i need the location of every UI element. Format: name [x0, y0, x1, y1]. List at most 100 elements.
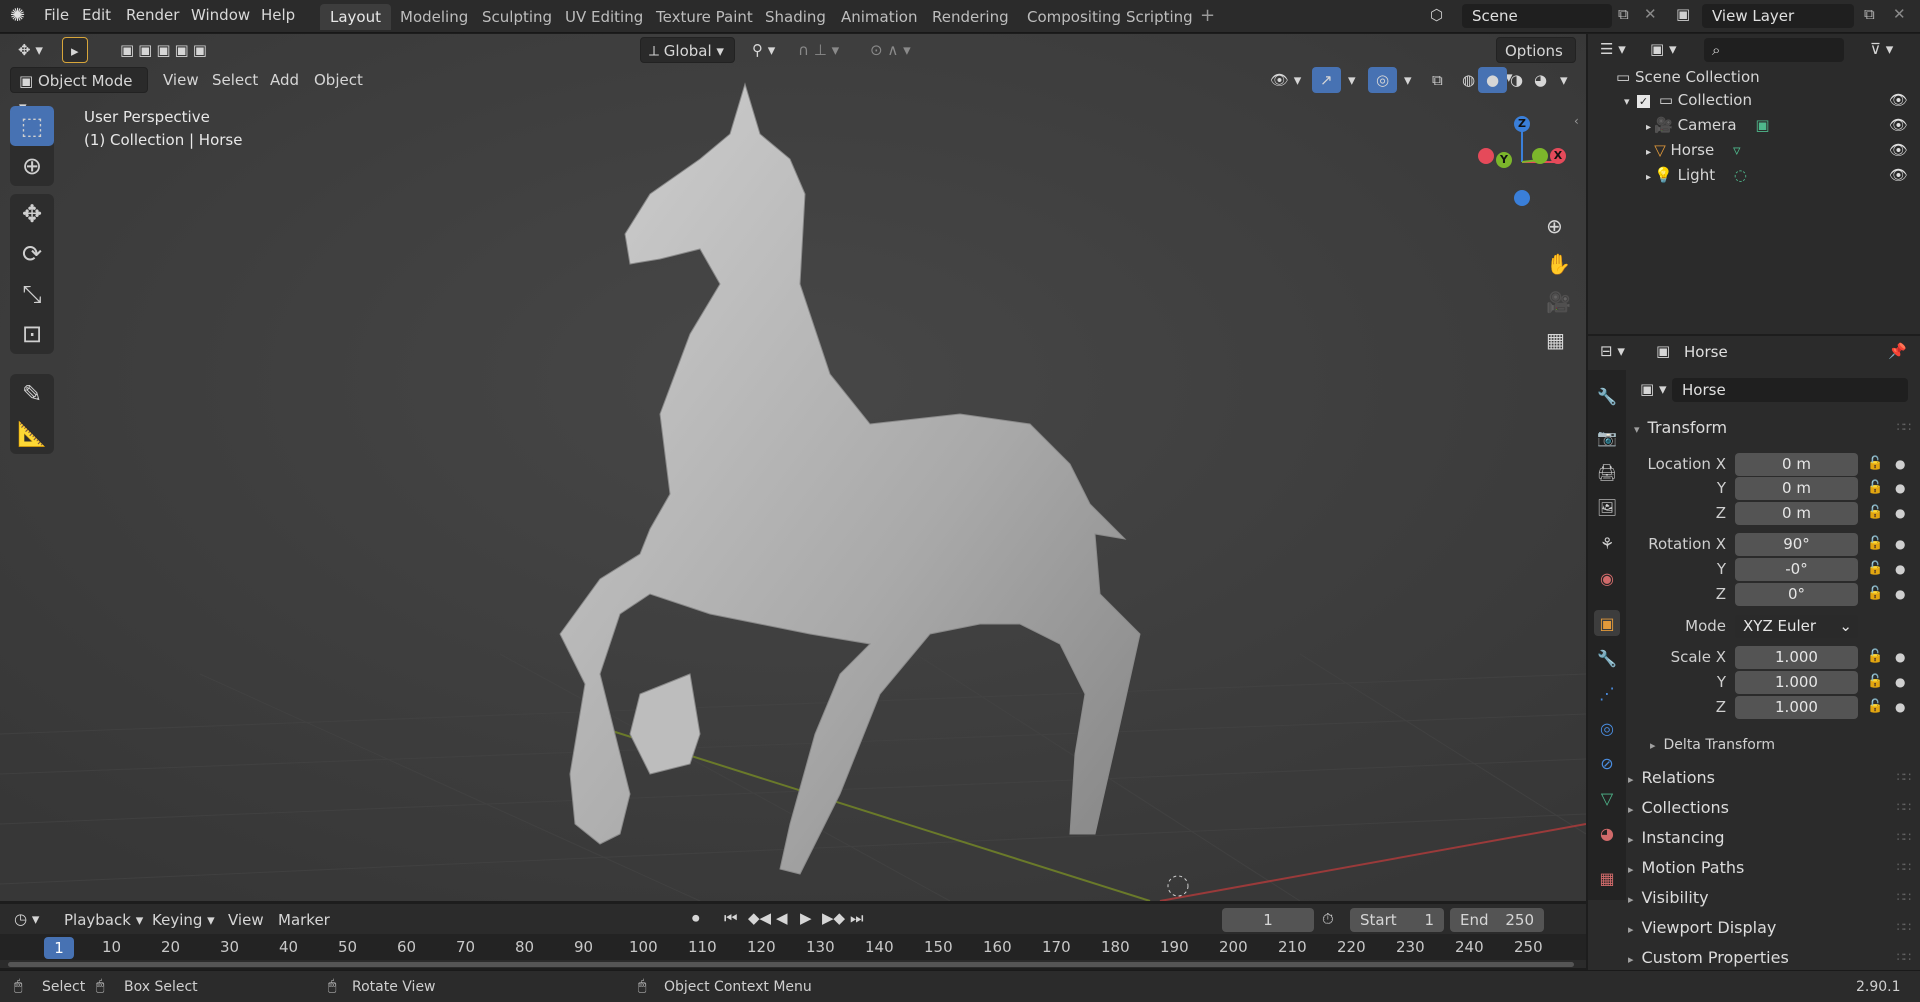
location-y-field[interactable]: 0 m	[1735, 477, 1858, 500]
scene-selector-icon[interactable]: ⬡	[1430, 6, 1443, 24]
gizmo-z-axis[interactable]: Z	[1514, 116, 1530, 132]
tool-tab-icon[interactable]: 🔧	[1594, 383, 1620, 409]
relations-panel-header[interactable]: ▸ Relations	[1628, 768, 1715, 787]
rotation-y-keyframe-dot[interactable]: ●	[1895, 562, 1905, 576]
blender-logo-icon[interactable]: ✺	[10, 5, 25, 26]
menu-file[interactable]: File	[44, 6, 69, 24]
pivot-point-icon[interactable]: ⚲ ▾	[744, 37, 783, 63]
3d-viewport[interactable]: ✥ ▾ ▸ ▣▣▣▣▣ ⟂ Global ▾ ⚲ ▾ ∩ ⊥ ▾ ⊙ ∧ ▾ O…	[0, 34, 1586, 901]
annotate-tool-icon[interactable]: ✎	[10, 374, 54, 414]
play-button[interactable]: ▶	[800, 909, 812, 927]
rotation-z-keyframe-dot[interactable]: ●	[1895, 587, 1905, 601]
perspective-toggle-icon[interactable]: ▦	[1546, 328, 1565, 352]
preview-range-icon[interactable]: ⏱	[1322, 910, 1334, 928]
location-x-field[interactable]: 0 m	[1735, 453, 1858, 476]
menu-view[interactable]: View	[155, 67, 207, 93]
transform-tool-icon[interactable]: ⊡	[10, 314, 54, 354]
record-button[interactable]: ⏺	[692, 909, 700, 927]
rotation-x-lock-icon[interactable]: 🔓	[1867, 536, 1883, 551]
menu-marker[interactable]: Marker	[278, 911, 330, 929]
collection-row[interactable]: ▾ ✓ ▭ Collection 👁	[1588, 88, 1920, 113]
tab-animation[interactable]: Animation	[831, 4, 927, 30]
proportional-edit-icon[interactable]: ⊙ ∧ ▾	[862, 37, 919, 63]
transform-panel-header[interactable]: ▾ Transform	[1634, 418, 1727, 437]
menu-add[interactable]: Add	[262, 67, 307, 93]
custom-properties-panel-header[interactable]: ▸ Custom Properties	[1628, 948, 1789, 967]
relations-grip-icon[interactable]: ∷∷	[1897, 770, 1911, 784]
modifier-tab-icon[interactable]: 🔧	[1594, 645, 1620, 671]
render-tab-icon[interactable]: 📷	[1594, 424, 1620, 450]
view-layer-field[interactable]: View Layer	[1702, 4, 1854, 28]
scale-y-lock-icon[interactable]: 🔓	[1867, 674, 1883, 689]
menu-timeline-view[interactable]: View	[228, 911, 264, 929]
light-visibility-icon[interactable]: 👁	[1889, 163, 1908, 188]
overlay-toggle-icon[interactable]: ◎	[1368, 67, 1398, 93]
object-tab-icon[interactable]: ▣	[1594, 610, 1620, 636]
selection-mode-icons[interactable]: ▣▣▣▣▣	[112, 37, 219, 63]
outliner-item-horse[interactable]: ▸ ▽ Horse ▿ 👁	[1588, 138, 1920, 163]
rotation-x-keyframe-dot[interactable]: ●	[1895, 537, 1905, 551]
rotation-x-field[interactable]: 90°	[1735, 533, 1858, 556]
shading-dropdown-icon[interactable]: ▾	[1552, 67, 1576, 93]
filter-icon[interactable]: ⊽ ▾	[1870, 40, 1893, 58]
xray-icon[interactable]: ⧉	[1424, 67, 1451, 93]
scale-y-keyframe-dot[interactable]: ●	[1895, 675, 1905, 689]
current-frame-field[interactable]: 1	[1222, 908, 1314, 932]
object-data-dropdown-icon[interactable]: ▣ ▾	[1640, 380, 1666, 398]
tab-sculpting[interactable]: Sculpting	[472, 4, 562, 30]
timeline-scrollbar[interactable]	[8, 962, 1574, 967]
gizmo-y-axis[interactable]: Y	[1496, 152, 1512, 168]
properties-editor-type-icon[interactable]: ⊟ ▾	[1600, 342, 1625, 360]
collections-panel-header[interactable]: ▸ Collections	[1628, 798, 1729, 817]
instancing-grip-icon[interactable]: ∷∷	[1897, 830, 1911, 844]
mode-dropdown[interactable]: ▣ Object Mode ▾	[10, 67, 148, 116]
scene-tab-icon[interactable]: ⚘	[1594, 530, 1620, 556]
new-view-layer-icon[interactable]: ⧉	[1864, 5, 1875, 23]
location-z-field[interactable]: 0 m	[1735, 502, 1858, 525]
display-mode-icon[interactable]: ▣ ▾	[1650, 40, 1676, 58]
view-layer-tab-icon[interactable]: 🖼	[1594, 494, 1620, 520]
playhead-frame[interactable]: 1	[44, 937, 74, 959]
menu-object[interactable]: Object	[306, 67, 371, 93]
add-workspace-icon[interactable]: +	[1200, 5, 1215, 26]
rotation-y-field[interactable]: -0°	[1735, 558, 1858, 581]
end-frame-field[interactable]: End 250	[1450, 908, 1544, 932]
location-x-lock-icon[interactable]: 🔓	[1867, 456, 1883, 471]
gizmo-dropdown-icon[interactable]: ▾	[1340, 67, 1364, 93]
measure-tool-icon[interactable]: 📐	[10, 414, 54, 454]
scale-x-field[interactable]: 1.000	[1735, 646, 1858, 669]
zoom-icon[interactable]: ⊕	[1546, 214, 1563, 238]
scale-z-lock-icon[interactable]: 🔓	[1867, 699, 1883, 714]
move-tool-icon[interactable]: ✥	[10, 194, 54, 234]
visibility-panel-header[interactable]: ▸ Visibility	[1628, 888, 1709, 907]
location-y-lock-icon[interactable]: 🔓	[1867, 480, 1883, 495]
gizmo-x-axis[interactable]: X	[1550, 148, 1566, 164]
menu-help[interactable]: Help	[261, 6, 295, 24]
instancing-panel-header[interactable]: ▸ Instancing	[1628, 828, 1724, 847]
select-box-tool-icon[interactable]: ⬚	[10, 106, 54, 146]
jump-keyframe-forward-button[interactable]: ▶◆	[822, 909, 845, 927]
transform-grip-icon[interactable]: ∷∷	[1897, 420, 1911, 434]
scale-y-field[interactable]: 1.000	[1735, 671, 1858, 694]
menu-select[interactable]: Select	[204, 67, 266, 93]
pan-hand-icon[interactable]: ✋	[1546, 252, 1571, 276]
tab-layout[interactable]: Layout	[320, 4, 391, 30]
viewport-display-grip-icon[interactable]: ∷∷	[1897, 920, 1911, 934]
location-y-keyframe-dot[interactable]: ●	[1895, 481, 1905, 495]
sidebar-toggle-icon[interactable]: ‹	[1574, 114, 1579, 128]
light-expand-icon[interactable]: ▸	[1646, 172, 1654, 183]
delete-view-layer-icon[interactable]: ✕	[1893, 5, 1906, 23]
play-reverse-button[interactable]: ◀	[776, 909, 788, 927]
material-tab-icon[interactable]: ◕	[1594, 820, 1620, 846]
particles-tab-icon[interactable]: ⋰	[1594, 680, 1620, 706]
collections-grip-icon[interactable]: ∷∷	[1897, 800, 1911, 814]
tab-scripting[interactable]: Scripting	[1116, 4, 1203, 30]
jump-start-button[interactable]: ⏮	[724, 909, 738, 927]
camera-visibility-icon[interactable]: 👁	[1889, 113, 1908, 138]
location-z-lock-icon[interactable]: 🔓	[1867, 505, 1883, 520]
scale-x-lock-icon[interactable]: 🔓	[1867, 649, 1883, 664]
texture-tab-icon[interactable]: ▦	[1594, 865, 1620, 891]
tab-texture-paint[interactable]: Texture Paint	[646, 4, 763, 30]
object-name-field[interactable]: Horse	[1672, 378, 1908, 402]
options-dropdown[interactable]: Options ▾	[1496, 37, 1576, 86]
